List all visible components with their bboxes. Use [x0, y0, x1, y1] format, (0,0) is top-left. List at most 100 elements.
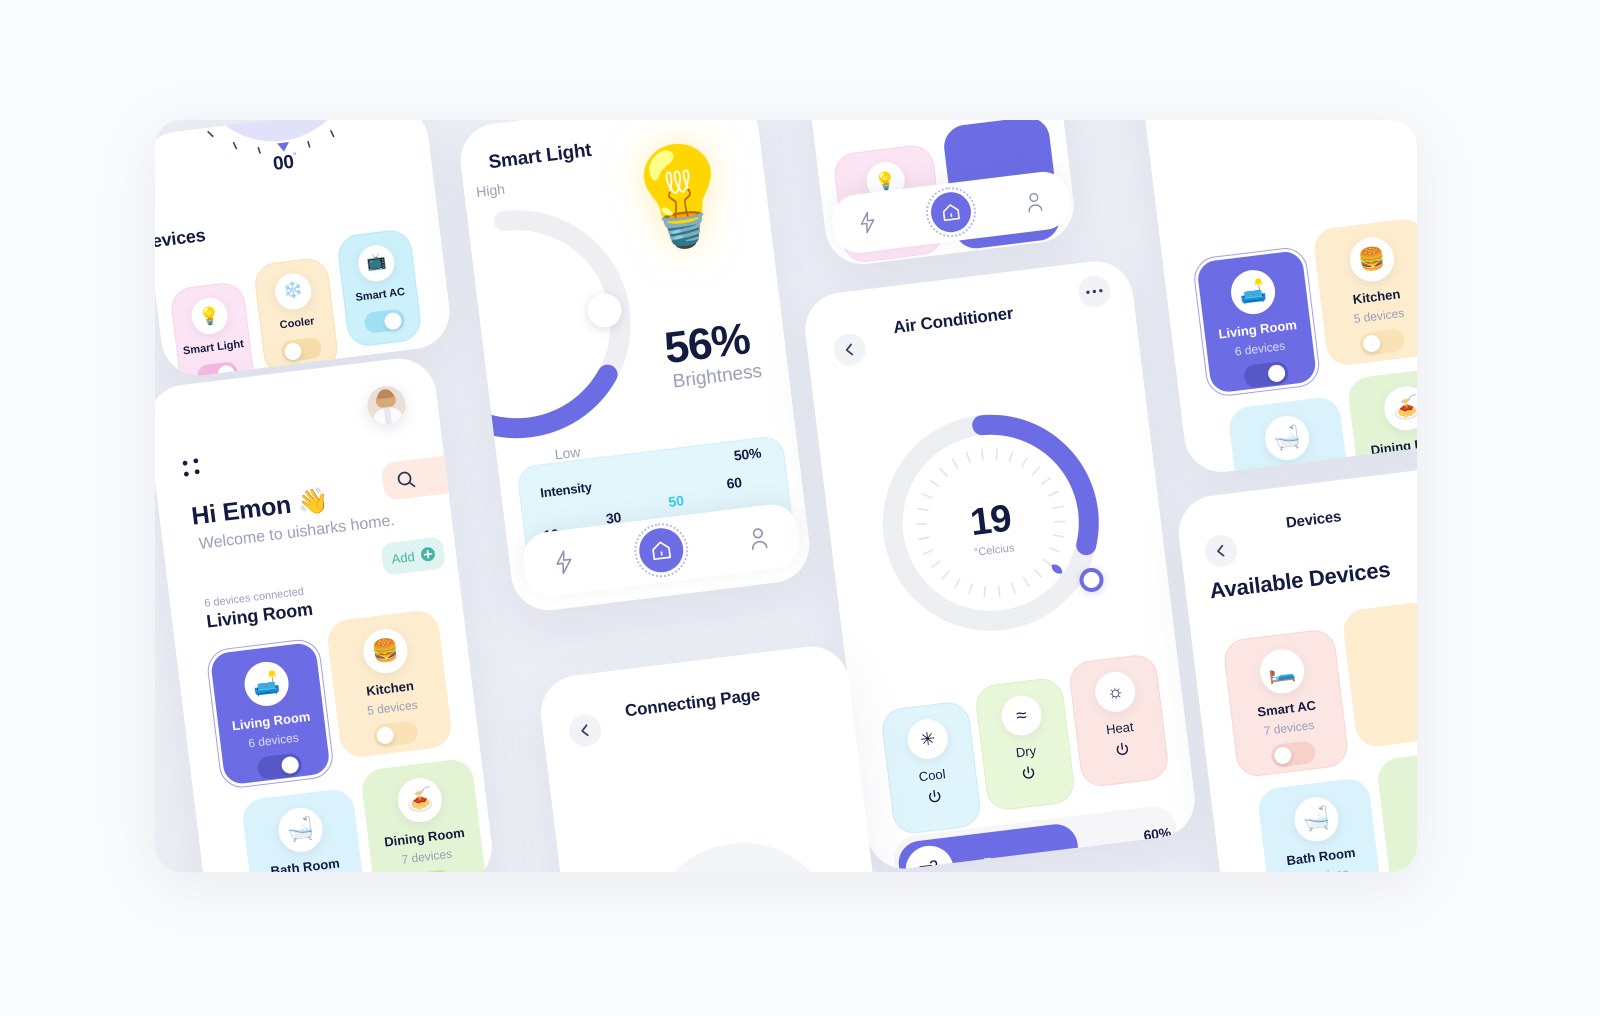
intensity-tick[interactable]: 60 [726, 474, 743, 492]
room-card-kitchen[interactable]: 🍔 Kitchen 5 devices [1311, 216, 1417, 368]
room-name: Bath Room [269, 855, 341, 872]
chevron-left-icon [581, 724, 589, 737]
mode-card-heat[interactable]: ☼ Heat [1067, 652, 1171, 789]
gauge-unit: ° [292, 151, 298, 163]
screen-nav-overlay: 💡 [801, 120, 1079, 269]
avatar[interactable] [365, 384, 408, 427]
bolt-icon[interactable] [857, 210, 878, 234]
sun-icon: ☼ [1093, 669, 1138, 715]
room-toggle[interactable] [1358, 328, 1406, 357]
pasta-icon: 🍝 [1381, 383, 1417, 433]
mode-label: Heat [1105, 719, 1135, 738]
chevron-left-icon [1217, 544, 1225, 557]
snowflake-icon: ❄️ [273, 271, 314, 312]
device-toggle[interactable] [280, 336, 323, 363]
waves-icon: ≈ [999, 693, 1044, 738]
device-card-bath-room[interactable]: 🛁 Bath Room 8 devices [1256, 776, 1385, 872]
mode-label: Dry [1015, 743, 1037, 761]
smart-light-title: Smart Light [487, 139, 593, 174]
device-tile[interactable]: ❄️ Cooler [252, 256, 340, 377]
back-button[interactable] [831, 331, 868, 368]
room-card-bath-room[interactable]: 🛁 Bath Room 8 devices [240, 787, 369, 872]
screen-home: Hi Emon 👋 Welcome to uisharks home. Add … [155, 354, 497, 872]
lightbulb-icon: 💡 [614, 136, 746, 258]
room-toggle[interactable] [372, 719, 419, 749]
intensity-percent: 50% [732, 444, 763, 464]
power-icon[interactable] [891, 784, 979, 815]
fan-label: Fan [982, 852, 1009, 872]
power-icon[interactable] [1079, 737, 1167, 768]
tv-icon: 📺 [356, 243, 397, 284]
sofa-icon: 🛋️ [1228, 267, 1278, 317]
device-toggle[interactable] [363, 308, 406, 335]
presentation-canvas: 00 ° Devices 💡 Smart Light ❄️ Cooler 📺 S… [0, 0, 1600, 1016]
device-card-placeholder[interactable] [1375, 746, 1417, 872]
gauge-value: 00 [271, 151, 296, 176]
page-title: Air Conditioner [892, 303, 1015, 338]
mode-label: Cool [917, 766, 947, 785]
grid-dots-icon[interactable] [181, 457, 206, 482]
person-icon[interactable] [1024, 190, 1045, 214]
mode-card-dry[interactable]: ≈ Dry [973, 676, 1077, 813]
room-name: Bath Room [1256, 463, 1327, 477]
devices-heading: Devices [155, 224, 207, 253]
room-toggle[interactable] [406, 868, 454, 872]
ellipsis-icon [1086, 288, 1103, 294]
intensity-tick-active[interactable]: 50 [667, 492, 684, 510]
home-icon[interactable] [631, 520, 692, 581]
back-button[interactable] [1203, 533, 1239, 569]
search-input[interactable] [380, 452, 471, 502]
room-toggle[interactable] [1242, 360, 1290, 389]
screen-rooms-right: 🛋️ Living Room 6 devices 🍔 Kitchen 5 dev… [1123, 120, 1417, 477]
screen-connecting: Connecting Page 💡 📺 [536, 642, 884, 872]
screen-devices-top: 00 ° Devices 💡 Smart Light ❄️ Cooler 📺 S… [155, 120, 454, 380]
person-icon[interactable] [747, 525, 770, 551]
bathtub-icon: 🛁 [276, 805, 326, 855]
more-options-button[interactable] [1076, 273, 1113, 310]
intensity-label: Intensity [539, 479, 593, 501]
page-header: Devices [1285, 508, 1343, 532]
pasta-icon: 🍝 [395, 775, 445, 825]
room-card-dining-room[interactable]: 🍝 Dining Room 7 devices [1346, 365, 1417, 477]
room-card-bath-room[interactable]: 🛁 Bath Room 8 devices [1227, 395, 1356, 477]
arc-high-label: High [475, 180, 506, 201]
room-card-living-room[interactable]: 🛋️ Living Room 6 devices [1191, 245, 1322, 399]
fan-wind-icon [902, 843, 957, 872]
device-card-smart-ac[interactable]: 🛏️ Smart AC 7 devices [1222, 627, 1350, 779]
temperature-dial[interactable]: 19 °Celcius [863, 395, 1119, 651]
plus-icon [420, 547, 435, 562]
search-icon [397, 471, 416, 487]
mode-card-cool[interactable]: ✳ Cool [879, 700, 983, 836]
bathtub-icon: 🛁 [1262, 413, 1312, 463]
mockup-frame: 00 ° Devices 💡 Smart Light ❄️ Cooler 📺 S… [155, 120, 1417, 872]
lightbulb-icon: 💡 [189, 295, 230, 337]
gauge-pointer-icon [277, 142, 291, 153]
room-card-living-room[interactable]: 🛋️ Living Room 6 devices [205, 637, 336, 791]
burger-icon: 🍔 [1347, 234, 1397, 284]
device-toggle[interactable] [196, 361, 239, 380]
room-card-kitchen[interactable]: 🍔 Kitchen 5 devices [325, 608, 454, 760]
room-card-dining-room[interactable]: 🍝 Dining Room 7 devices [359, 757, 488, 872]
device-tile[interactable]: 📺 Smart AC [335, 227, 423, 349]
add-button[interactable]: Add [380, 536, 446, 576]
home-icon[interactable] [923, 184, 979, 241]
snowflake-icon: ✳ [905, 716, 950, 762]
ac-unit-icon: 🛏️ [1257, 646, 1307, 696]
device-name: Smart Light [182, 338, 245, 358]
fan-percent: 60% [1142, 824, 1172, 844]
chevron-left-icon [845, 343, 854, 356]
sofa-icon: 🛋️ [242, 659, 292, 709]
page-title: Available Devices [1208, 556, 1392, 604]
bolt-icon[interactable] [553, 549, 576, 575]
add-label: Add [390, 548, 416, 567]
device-name: Cooler [279, 315, 316, 332]
device-toggle[interactable] [1270, 740, 1317, 769]
power-icon[interactable] [985, 761, 1073, 792]
room-toggle[interactable] [256, 752, 303, 781]
device-tile[interactable]: 💡 Smart Light [169, 280, 257, 380]
device-card-placeholder[interactable] [1341, 598, 1417, 749]
burger-icon: 🍔 [360, 626, 410, 676]
screen-smart-light: Smart Light High Low 💡 56% Brightness In… [456, 120, 814, 615]
back-button[interactable] [567, 712, 603, 749]
room-name: Dining Room [1369, 433, 1417, 458]
